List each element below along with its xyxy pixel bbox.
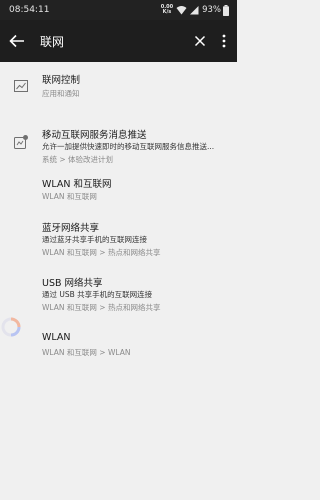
net-speed-indicator: 0.00 K/s	[161, 5, 173, 15]
result-item-push-messages[interactable]: 移动互联网服务消息推送 允许一加提供快速即时的移动互联网服务信息推送... 系统…	[0, 114, 237, 164]
result-title: WLAN 和互联网	[42, 179, 112, 190]
result-title: 移动互联网服务消息推送	[42, 130, 147, 141]
notification-badge-icon	[14, 135, 28, 149]
result-item-wlan[interactable]: WLAN WLAN 和互联网 > WLAN	[0, 326, 237, 360]
more-options-icon[interactable]	[219, 32, 229, 50]
result-path: 应用和通知	[42, 89, 80, 98]
result-path: 系统 > 体验改进计划	[42, 155, 114, 164]
result-title: USB 网络共享	[42, 278, 103, 289]
back-arrow-icon[interactable]	[8, 32, 26, 50]
result-path: WLAN 和互联网 > 热点和网络共享	[42, 248, 161, 257]
result-title: WLAN	[42, 332, 71, 343]
wifi-icon	[176, 6, 187, 15]
net-speed-unit: K/s	[162, 9, 172, 15]
battery-icon	[223, 4, 229, 16]
result-title: 蓝牙网络共享	[42, 223, 100, 234]
result-path: WLAN 和互联网 > 热点和网络共享	[42, 303, 161, 312]
result-description: 通过 USB 共享手机的互联网连接	[42, 290, 153, 299]
chart-icon	[14, 80, 28, 92]
result-item-wlan-internet[interactable]: WLAN 和互联网 WLAN 和互联网	[0, 170, 237, 204]
search-bar: 联网	[0, 20, 237, 62]
close-icon[interactable]	[192, 33, 208, 49]
result-path: WLAN 和互联网 > WLAN	[42, 348, 131, 357]
result-path: WLAN 和互联网	[42, 192, 97, 201]
signal-icon	[190, 6, 199, 15]
loading-spinner-icon	[1, 317, 21, 337]
battery-percent: 93%	[202, 5, 221, 15]
result-item-bluetooth-tethering[interactable]: 蓝牙网络共享 通过蓝牙共享手机的互联网连接 WLAN 和互联网 > 热点和网络共…	[0, 214, 237, 258]
result-item-network-control[interactable]: 联网控制 应用和通知	[0, 62, 237, 108]
result-description: 允许一加提供快速即时的移动互联网服务信息推送...	[42, 142, 215, 151]
result-description: 通过蓝牙共享手机的互联网连接	[42, 235, 147, 244]
status-icons: 0.00 K/s 93%	[161, 4, 229, 16]
result-item-usb-tethering[interactable]: USB 网络共享 通过 USB 共享手机的互联网连接 WLAN 和互联网 > 热…	[0, 270, 237, 314]
search-input[interactable]: 联网	[40, 33, 64, 50]
result-title: 联网控制	[42, 75, 81, 86]
status-bar: 08:54:11 0.00 K/s 93%	[0, 0, 237, 20]
status-time: 08:54:11	[9, 5, 50, 15]
